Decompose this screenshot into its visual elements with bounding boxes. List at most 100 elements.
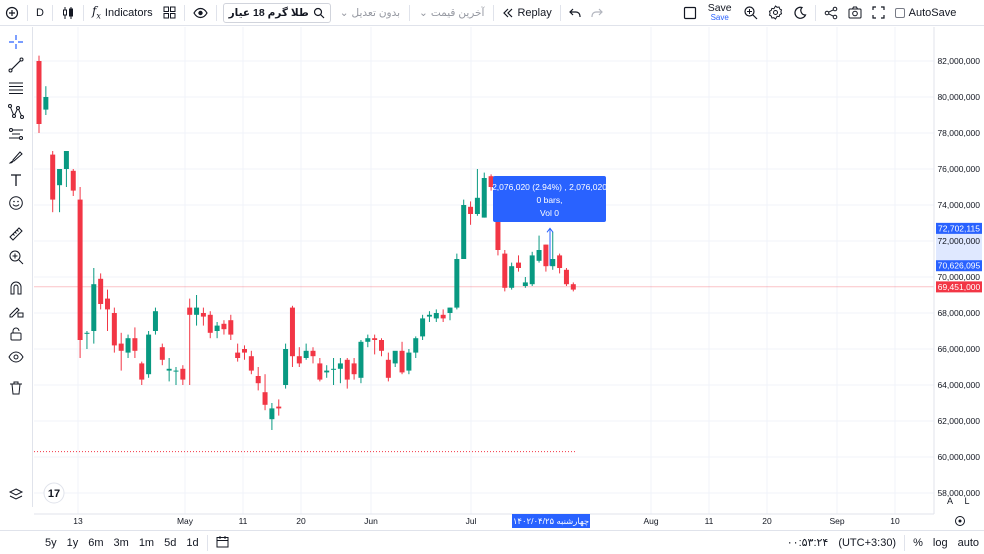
fib-tool[interactable] <box>4 77 28 99</box>
save-label: Save <box>707 1 732 14</box>
price-type-dropdown[interactable]: ⌄ آخرین قیمت <box>413 7 490 19</box>
magnet-tool[interactable] <box>4 277 28 299</box>
symbol-search[interactable]: طلا گرم 18 عیار <box>222 2 331 23</box>
pencil-lock-icon <box>9 307 24 318</box>
drawing-toolbar <box>0 27 33 507</box>
candle-body <box>194 307 200 315</box>
auto-scale-toggle[interactable]: auto <box>953 537 984 549</box>
lock-tool[interactable] <box>4 323 28 345</box>
divider <box>559 4 561 21</box>
templates-button[interactable] <box>158 2 181 24</box>
candle-body <box>447 307 453 313</box>
auto-scale-button[interactable]: A <box>947 496 953 506</box>
divider <box>814 4 816 21</box>
candle-body <box>248 356 254 371</box>
moon-icon <box>794 6 807 19</box>
quick-search-button[interactable] <box>738 2 763 24</box>
candle-body <box>200 313 206 317</box>
settings-button[interactable] <box>763 2 788 24</box>
price-tick-label: 62,000,000 <box>937 416 980 426</box>
trendline-tool[interactable] <box>4 54 28 76</box>
divider <box>904 534 906 551</box>
visibility-button[interactable] <box>188 2 213 24</box>
range-1m[interactable]: 1m <box>134 537 159 549</box>
snapshot-button[interactable] <box>843 2 867 24</box>
chart-type-button[interactable] <box>56 2 80 24</box>
pattern-tool[interactable] <box>4 100 28 122</box>
autosave-toggle[interactable]: AutoSave <box>890 2 962 24</box>
price-tick-label: 60,000,000 <box>937 452 980 462</box>
price-axis[interactable]: 82,000,000 80,000,000 78,000,000 76,000,000… <box>937 56 980 498</box>
range-5y[interactable]: 5y <box>40 537 62 549</box>
redo-button[interactable] <box>586 2 608 24</box>
stay-drawing-tool[interactable] <box>4 300 28 322</box>
candle-body <box>111 313 117 346</box>
replay-button[interactable]: Replay <box>497 2 556 24</box>
price-tick-label: 64,000,000 <box>937 380 980 390</box>
hide-drawings-tool[interactable] <box>4 346 28 368</box>
candle-body <box>296 356 302 364</box>
candle-body <box>372 338 378 340</box>
timezone-button[interactable]: (UTC+3:30) <box>833 537 901 549</box>
interval-button[interactable]: D <box>31 2 49 24</box>
undo-icon <box>568 8 581 17</box>
crosshair-tool[interactable] <box>4 31 28 53</box>
layout-button[interactable] <box>678 2 702 24</box>
candle-body <box>269 408 275 420</box>
range-5d[interactable]: 5d <box>159 537 181 549</box>
text-icon <box>11 174 21 186</box>
candle-body <box>146 334 152 375</box>
log-scale-toggle[interactable]: log <box>928 537 953 549</box>
range-3m[interactable]: 3m <box>109 537 134 549</box>
replay-label: Replay <box>517 6 552 19</box>
log-scale-button[interactable]: L <box>964 496 969 506</box>
time-axis-settings-button[interactable] <box>955 516 965 526</box>
candle-body <box>392 350 398 364</box>
range-6m[interactable]: 6m <box>83 537 108 549</box>
object-tree-button[interactable] <box>4 484 28 506</box>
fullscreen-button[interactable] <box>867 2 890 24</box>
zoom-tool[interactable] <box>4 246 28 268</box>
candle-body <box>536 250 542 261</box>
percent-scale-button[interactable]: % <box>908 537 928 549</box>
goto-date-button[interactable] <box>211 535 234 551</box>
save-button[interactable]: Save Save <box>702 1 738 23</box>
candle-body <box>406 352 412 371</box>
chart-pane[interactable]: 2,076,020 (2.94%) , 2,076,020 0 bars, Vo… <box>34 27 984 528</box>
range-1y[interactable]: 1y <box>62 537 84 549</box>
fullscreen-icon <box>872 6 885 19</box>
candle-body <box>180 368 186 380</box>
replay-icon <box>503 8 513 17</box>
range-1d[interactable]: 1d <box>181 537 203 549</box>
crosshair-icon <box>9 35 23 49</box>
divider <box>409 4 411 21</box>
time-tick-label: 20 <box>296 516 306 526</box>
candle-body <box>118 343 124 351</box>
indicators-button[interactable]: fx Indicators <box>87 2 158 24</box>
measure-tool[interactable] <box>4 223 28 245</box>
text-tool[interactable] <box>4 169 28 191</box>
undo-button[interactable] <box>564 2 586 24</box>
search-icon <box>313 7 325 18</box>
adjustment-label: بدون تعدیل <box>351 6 401 19</box>
remove-drawings-tool[interactable] <box>4 377 28 399</box>
time-tick-label: 11 <box>239 516 248 526</box>
candle-body <box>385 359 391 378</box>
price-tick-label: 74,000,000 <box>937 200 980 210</box>
emoji-tool[interactable] <box>4 192 28 214</box>
magnify-icon <box>744 6 758 20</box>
share-button[interactable] <box>819 2 843 24</box>
candle-body <box>77 199 83 340</box>
candle-body <box>152 311 158 331</box>
candle-body <box>63 151 69 169</box>
time-axis[interactable]: 13 May 11 20 Jun Jul Aug 11 20 Sep 10 <box>73 516 900 526</box>
brush-tool[interactable] <box>4 146 28 168</box>
projection-tool[interactable] <box>4 123 28 145</box>
price-chart[interactable]: 2,076,020 (2.94%) , 2,076,020 0 bars, Vo… <box>34 27 984 528</box>
theme-button[interactable] <box>788 2 812 24</box>
autosave-checkbox[interactable] <box>894 7 905 18</box>
time-tick-label: Aug <box>643 516 658 526</box>
add-symbol-button[interactable] <box>0 2 24 24</box>
candle-body <box>303 350 309 358</box>
adjustment-dropdown[interactable]: ⌄ بدون تعدیل <box>334 7 406 19</box>
